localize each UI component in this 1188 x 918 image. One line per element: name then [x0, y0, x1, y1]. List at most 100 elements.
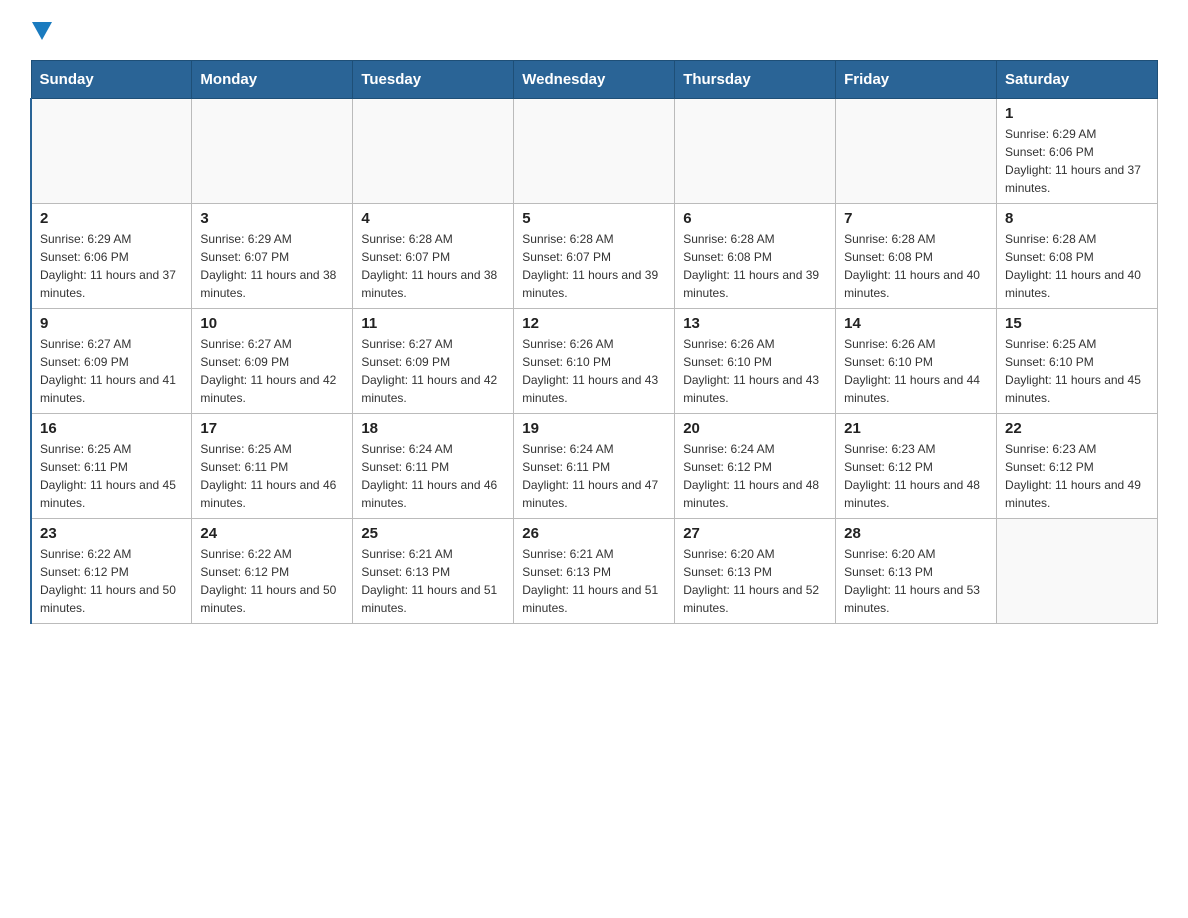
- day-number: 4: [361, 210, 505, 227]
- day-info: Sunrise: 6:28 AMSunset: 6:08 PMDaylight:…: [844, 230, 988, 302]
- day-info: Sunrise: 6:24 AMSunset: 6:11 PMDaylight:…: [522, 440, 666, 512]
- calendar-cell: 7 Sunrise: 6:28 AMSunset: 6:08 PMDaylight…: [836, 204, 997, 309]
- calendar-cell: [836, 99, 997, 204]
- calendar-cell: 25 Sunrise: 6:21 AMSunset: 6:13 PMDayligh…: [353, 519, 514, 624]
- day-info: Sunrise: 6:23 AMSunset: 6:12 PMDaylight:…: [1005, 440, 1149, 512]
- day-number: 1: [1005, 105, 1149, 122]
- day-number: 24: [200, 525, 344, 542]
- calendar-cell: 10Sunrise: 6:27 AMSunset: 6:09 PMDayligh…: [192, 309, 353, 414]
- day-number: 25: [361, 525, 505, 542]
- calendar-cell: 20 Sunrise: 6:24 AMSunset: 6:12 PMDayligh…: [675, 414, 836, 519]
- day-info: Sunrise: 6:25 AMSunset: 6:11 PMDaylight:…: [200, 440, 344, 512]
- day-number: 19: [522, 420, 666, 437]
- day-info: Sunrise: 6:28 AMSunset: 6:07 PMDaylight:…: [522, 230, 666, 302]
- calendar-cell: 3 Sunrise: 6:29 AMSunset: 6:07 PMDaylight…: [192, 204, 353, 309]
- day-info: Sunrise: 6:24 AMSunset: 6:11 PMDaylight:…: [361, 440, 505, 512]
- calendar-cell: [31, 99, 192, 204]
- calendar-cell: 24Sunrise: 6:22 AMSunset: 6:12 PMDayligh…: [192, 519, 353, 624]
- day-info: Sunrise: 6:21 AMSunset: 6:13 PMDaylight:…: [522, 545, 666, 617]
- calendar-week-5: 23 Sunrise: 6:22 AMSunset: 6:12 PMDayligh…: [31, 519, 1158, 624]
- calendar-cell: 27 Sunrise: 6:20 AMSunset: 6:13 PMDayligh…: [675, 519, 836, 624]
- logo: [30, 20, 52, 42]
- day-info: Sunrise: 6:28 AMSunset: 6:08 PMDaylight:…: [683, 230, 827, 302]
- day-number: 22: [1005, 420, 1149, 437]
- day-number: 8: [1005, 210, 1149, 227]
- logo-arrow-icon: [32, 22, 52, 42]
- day-info: Sunrise: 6:28 AMSunset: 6:08 PMDaylight:…: [1005, 230, 1149, 302]
- calendar-header-row: SundayMondayTuesdayWednesdayThursdayFrid…: [31, 61, 1158, 99]
- day-number: 17: [200, 420, 344, 437]
- calendar-cell: 6 Sunrise: 6:28 AMSunset: 6:08 PMDaylight…: [675, 204, 836, 309]
- calendar-cell: 21 Sunrise: 6:23 AMSunset: 6:12 PMDayligh…: [836, 414, 997, 519]
- day-number: 9: [40, 315, 183, 332]
- calendar-cell: 18Sunrise: 6:24 AMSunset: 6:11 PMDayligh…: [353, 414, 514, 519]
- calendar-cell: 13Sunrise: 6:26 AMSunset: 6:10 PMDayligh…: [675, 309, 836, 414]
- day-number: 11: [361, 315, 505, 332]
- calendar-cell: 5 Sunrise: 6:28 AMSunset: 6:07 PMDaylight…: [514, 204, 675, 309]
- day-info: Sunrise: 6:22 AMSunset: 6:12 PMDaylight:…: [40, 545, 183, 617]
- day-info: Sunrise: 6:20 AMSunset: 6:13 PMDaylight:…: [844, 545, 988, 617]
- day-number: 14: [844, 315, 988, 332]
- calendar-header-sunday: Sunday: [31, 61, 192, 99]
- calendar-week-3: 9 Sunrise: 6:27 AMSunset: 6:09 PMDaylight…: [31, 309, 1158, 414]
- calendar-cell: 4 Sunrise: 6:28 AMSunset: 6:07 PMDaylight…: [353, 204, 514, 309]
- day-number: 13: [683, 315, 827, 332]
- calendar-cell: 11 Sunrise: 6:27 AMSunset: 6:09 PMDayligh…: [353, 309, 514, 414]
- day-info: Sunrise: 6:24 AMSunset: 6:12 PMDaylight:…: [683, 440, 827, 512]
- calendar-cell: 19 Sunrise: 6:24 AMSunset: 6:11 PMDayligh…: [514, 414, 675, 519]
- day-info: Sunrise: 6:28 AMSunset: 6:07 PMDaylight:…: [361, 230, 505, 302]
- day-number: 5: [522, 210, 666, 227]
- day-info: Sunrise: 6:27 AMSunset: 6:09 PMDaylight:…: [40, 335, 183, 407]
- calendar-cell: [353, 99, 514, 204]
- calendar-cell: 14 Sunrise: 6:26 AMSunset: 6:10 PMDayligh…: [836, 309, 997, 414]
- calendar-header-monday: Monday: [192, 61, 353, 99]
- calendar-cell: 8 Sunrise: 6:28 AMSunset: 6:08 PMDaylight…: [997, 204, 1158, 309]
- day-number: 12: [522, 315, 666, 332]
- calendar-cell: [192, 99, 353, 204]
- day-info: Sunrise: 6:23 AMSunset: 6:12 PMDaylight:…: [844, 440, 988, 512]
- day-number: 2: [40, 210, 183, 227]
- calendar-cell: 9 Sunrise: 6:27 AMSunset: 6:09 PMDaylight…: [31, 309, 192, 414]
- day-number: 3: [200, 210, 344, 227]
- calendar-cell: 28 Sunrise: 6:20 AMSunset: 6:13 PMDayligh…: [836, 519, 997, 624]
- day-number: 15: [1005, 315, 1149, 332]
- day-info: Sunrise: 6:29 AMSunset: 6:07 PMDaylight:…: [200, 230, 344, 302]
- day-number: 20: [683, 420, 827, 437]
- day-number: 7: [844, 210, 988, 227]
- day-number: 10: [200, 315, 344, 332]
- day-info: Sunrise: 6:25 AMSunset: 6:10 PMDaylight:…: [1005, 335, 1149, 407]
- day-info: Sunrise: 6:27 AMSunset: 6:09 PMDaylight:…: [361, 335, 505, 407]
- calendar-cell: [997, 519, 1158, 624]
- day-info: Sunrise: 6:21 AMSunset: 6:13 PMDaylight:…: [361, 545, 505, 617]
- calendar-cell: 23 Sunrise: 6:22 AMSunset: 6:12 PMDayligh…: [31, 519, 192, 624]
- calendar-header-saturday: Saturday: [997, 61, 1158, 99]
- calendar-cell: 16 Sunrise: 6:25 AMSunset: 6:11 PMDayligh…: [31, 414, 192, 519]
- day-info: Sunrise: 6:29 AMSunset: 6:06 PMDaylight:…: [40, 230, 183, 302]
- calendar-cell: 1Sunrise: 6:29 AMSunset: 6:06 PMDaylight…: [997, 99, 1158, 204]
- calendar-header-wednesday: Wednesday: [514, 61, 675, 99]
- day-info: Sunrise: 6:26 AMSunset: 6:10 PMDaylight:…: [844, 335, 988, 407]
- day-number: 27: [683, 525, 827, 542]
- day-number: 23: [40, 525, 183, 542]
- calendar-cell: 2 Sunrise: 6:29 AMSunset: 6:06 PMDaylight…: [31, 204, 192, 309]
- day-number: 26: [522, 525, 666, 542]
- day-number: 6: [683, 210, 827, 227]
- calendar-cell: 22 Sunrise: 6:23 AMSunset: 6:12 PMDayligh…: [997, 414, 1158, 519]
- calendar-header-tuesday: Tuesday: [353, 61, 514, 99]
- calendar-week-1: 1Sunrise: 6:29 AMSunset: 6:06 PMDaylight…: [31, 99, 1158, 204]
- calendar-cell: 15 Sunrise: 6:25 AMSunset: 6:10 PMDayligh…: [997, 309, 1158, 414]
- day-info: Sunrise: 6:26 AMSunset: 6:10 PMDaylight:…: [522, 335, 666, 407]
- calendar-cell: 17 Sunrise: 6:25 AMSunset: 6:11 PMDayligh…: [192, 414, 353, 519]
- calendar-cell: 12 Sunrise: 6:26 AMSunset: 6:10 PMDayligh…: [514, 309, 675, 414]
- day-number: 16: [40, 420, 183, 437]
- calendar-cell: [675, 99, 836, 204]
- calendar-header-thursday: Thursday: [675, 61, 836, 99]
- day-number: 28: [844, 525, 988, 542]
- day-number: 21: [844, 420, 988, 437]
- calendar-week-4: 16 Sunrise: 6:25 AMSunset: 6:11 PMDayligh…: [31, 414, 1158, 519]
- day-info: Sunrise: 6:25 AMSunset: 6:11 PMDaylight:…: [40, 440, 183, 512]
- calendar-cell: 26 Sunrise: 6:21 AMSunset: 6:13 PMDayligh…: [514, 519, 675, 624]
- calendar-table: SundayMondayTuesdayWednesdayThursdayFrid…: [30, 60, 1158, 624]
- calendar-week-2: 2 Sunrise: 6:29 AMSunset: 6:06 PMDaylight…: [31, 204, 1158, 309]
- day-info: Sunrise: 6:20 AMSunset: 6:13 PMDaylight:…: [683, 545, 827, 617]
